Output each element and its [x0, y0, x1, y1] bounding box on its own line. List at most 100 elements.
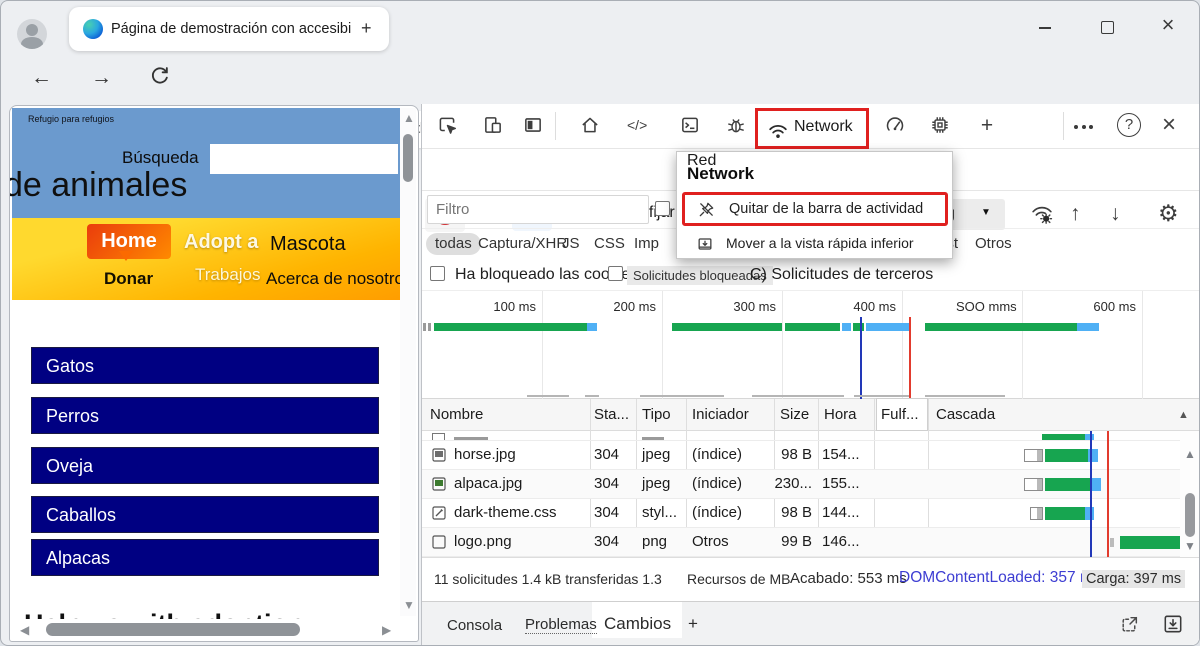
toolbar-separator — [555, 112, 556, 140]
scroll-down-icon[interactable]: ▼ — [403, 598, 415, 612]
menu-item-unpin-label[interactable]: Quitar de la barra de actividad — [729, 201, 923, 217]
sort-ascending-icon[interactable]: ▲ — [1178, 409, 1189, 421]
load-marker-line — [1107, 431, 1109, 557]
forward-button[interactable]: → — [91, 66, 112, 90]
menu-item-move-quickview[interactable]: Mover a la vista rápida inferior — [682, 232, 948, 258]
request-status: 304 — [594, 446, 619, 463]
page-vertical-scrollbar[interactable]: ▲ ▼ — [400, 108, 416, 616]
column-header-status[interactable]: Sta... — [594, 399, 629, 431]
table-scroll-thumb[interactable] — [1185, 493, 1195, 537]
performance-gauge-icon[interactable] — [882, 112, 908, 142]
network-request-list: horse.jpg 304 jpeg (índice) 98 B 154... … — [422, 431, 1200, 557]
maximize-button[interactable] — [1101, 21, 1114, 34]
filter-pill-otros[interactable]: Otros — [975, 233, 1012, 255]
waterfall-waiting-box — [1110, 538, 1114, 547]
table-vertical-scrollbar[interactable]: ▲ ▼ — [1180, 431, 1200, 557]
category-button-caballos[interactable]: Caballos — [31, 496, 379, 533]
table-row-alpaca-jpg[interactable]: alpaca.jpg 304 jpeg (índice) 230... 155.… — [422, 470, 1200, 499]
column-header-iniciador[interactable]: Iniciador — [692, 399, 749, 431]
network-overview-timeline[interactable]: 100 ms 200 ms 300 ms 400 ms SOO mms 600 … — [422, 291, 1200, 399]
drawer-position-icon[interactable] — [1119, 614, 1140, 639]
profile-avatar[interactable] — [17, 19, 47, 49]
debug-bug-icon[interactable] — [723, 112, 749, 142]
menu-item-unpin[interactable]: Quitar de la barra de actividad — [682, 192, 948, 226]
column-header-nombre[interactable]: Nombre — [430, 399, 483, 431]
home-panel-icon[interactable] — [577, 112, 603, 142]
drawer-tab-consola[interactable]: Consola — [447, 617, 502, 634]
page-hscroll-thumb[interactable] — [46, 623, 300, 636]
category-button-oveja[interactable]: Oveja — [31, 447, 379, 484]
page-horizontal-scrollbar[interactable]: ◀ ▶ — [16, 618, 402, 640]
nav-home-link[interactable]: Home — [87, 224, 171, 259]
mini-tick — [585, 395, 599, 397]
scroll-up-icon[interactable]: ▲ — [1184, 447, 1196, 461]
column-header-size[interactable]: Size — [780, 399, 809, 431]
network-tab-highlight[interactable]: Network — [755, 108, 869, 149]
reload-button[interactable] — [149, 65, 171, 92]
filter-pill-js[interactable]: JS — [562, 233, 580, 255]
nav-jobs-link[interactable]: Trabajos — [195, 265, 261, 285]
filter-pill-img[interactable]: Imp — [634, 233, 659, 255]
filter-pill-css[interactable]: CSS — [594, 233, 625, 255]
minimize-button[interactable] — [1039, 27, 1051, 29]
table-row-dark-theme-css[interactable]: dark-theme.css 304 styl... (índice) 98 B… — [422, 499, 1200, 528]
filter-pill-captura-xhr[interactable]: Captura/XHR — [478, 233, 567, 255]
blocked-cookies-checkbox[interactable] — [430, 266, 445, 281]
waterfall-bar — [1042, 434, 1085, 441]
devtools-close-button[interactable]: × — [1162, 111, 1176, 139]
collapse-drawer-icon[interactable] — [1162, 613, 1184, 639]
column-header-tipo[interactable]: Tipo — [642, 399, 671, 431]
filter-input[interactable] — [427, 195, 649, 224]
help-button[interactable]: ? — [1117, 113, 1141, 137]
table-row-horse-jpg[interactable]: horse.jpg 304 jpeg (índice) 98 B 154... — [422, 441, 1200, 470]
drawer-tab-cambios[interactable]: Cambios — [604, 614, 671, 634]
close-window-button[interactable]: × — [1159, 14, 1177, 32]
browser-tab[interactable]: Página de demostración con accesibilidad… — [69, 7, 389, 51]
scroll-right-icon[interactable]: ▶ — [382, 623, 391, 637]
table-row-logo-png[interactable]: logo.png 304 png Otros 99 B 146... — [422, 528, 1200, 557]
inspect-element-icon[interactable] — [434, 112, 460, 142]
drawer-add-tab-button[interactable]: + — [688, 614, 698, 634]
category-button-gatos[interactable]: Gatos — [31, 347, 379, 384]
nav-about-link[interactable]: Acerca de nosotros — [266, 269, 402, 289]
blocked-requests-checkbox[interactable] — [608, 266, 623, 281]
gridline — [1022, 291, 1023, 399]
back-button[interactable]: ← — [31, 66, 52, 90]
page-heading: de animales — [9, 166, 187, 205]
mini-tick — [752, 395, 844, 397]
page-vscroll-thumb[interactable] — [403, 134, 413, 182]
column-header-fulf[interactable]: Fulf... — [876, 398, 928, 431]
console-panel-icon[interactable] — [677, 112, 703, 142]
column-header-cascada[interactable]: Cascada — [936, 399, 995, 431]
add-panel-button[interactable]: + — [974, 114, 1000, 144]
scroll-down-icon[interactable]: ▼ — [1184, 539, 1196, 553]
category-button-perros[interactable]: Perros — [31, 397, 379, 434]
category-button-alpacas[interactable]: Alpacas — [31, 539, 379, 576]
invert-filter-checkbox[interactable] — [655, 201, 670, 216]
scroll-left-icon[interactable]: ◀ — [20, 623, 29, 637]
devtools-more-menu-button[interactable] — [1074, 125, 1093, 129]
request-status: 304 — [594, 504, 619, 521]
filter-pill-todas[interactable]: todas — [426, 233, 481, 255]
nav-donate-link[interactable]: Donar — [104, 269, 153, 289]
new-tab-button[interactable]: + — [361, 18, 372, 39]
request-type: jpeg — [642, 446, 670, 463]
table-row-partial[interactable] — [422, 431, 1200, 441]
overview-bar — [842, 323, 851, 331]
generic-file-icon — [432, 535, 446, 549]
drawer-tab-problemas[interactable]: Problemas — [525, 616, 597, 634]
elements-code-icon[interactable]: </> — [627, 117, 653, 147]
search-input[interactable] — [210, 144, 398, 174]
finish-summary: Acabado: 553 ms — [790, 570, 907, 587]
network-tab-label[interactable]: Network — [794, 118, 853, 136]
title-bar: Página de demostración con accesibilidad… — [1, 1, 1200, 53]
request-type: styl... — [642, 504, 677, 521]
menu-item-move-label[interactable]: Mover a la vista rápida inferior — [726, 235, 914, 251]
nav-adopt-label[interactable]: Mascota — [270, 233, 346, 256]
nav-adopt-link[interactable]: Adopt a — [184, 231, 258, 254]
scroll-up-icon[interactable]: ▲ — [403, 111, 415, 125]
dock-side-icon[interactable] — [520, 112, 546, 142]
device-emulation-icon[interactable] — [480, 112, 506, 142]
memory-chip-icon[interactable] — [927, 112, 953, 142]
column-header-hora[interactable]: Hora — [824, 399, 857, 431]
